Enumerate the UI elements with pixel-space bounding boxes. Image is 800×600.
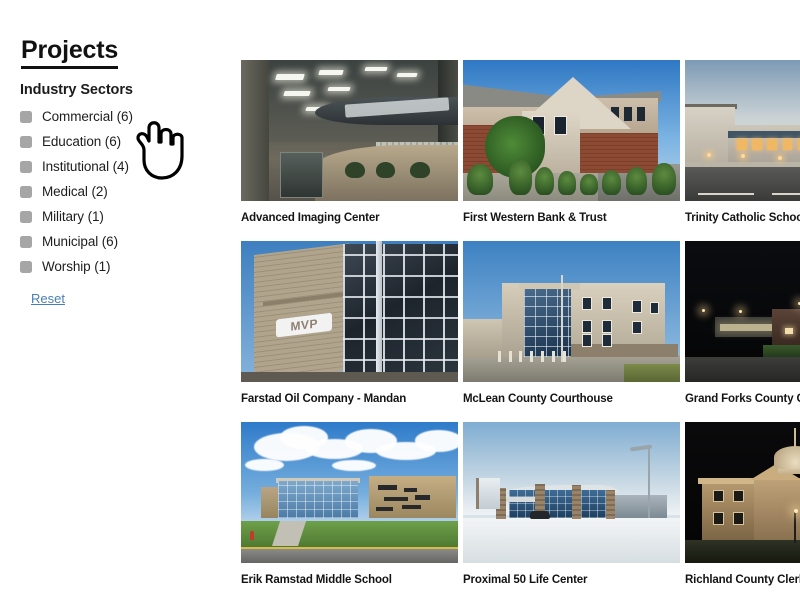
page-title: Projects	[21, 37, 118, 69]
facet-item-institutional[interactable]: Institutional (4)	[20, 154, 220, 179]
project-title: Trinity Catholic Schools	[685, 212, 800, 224]
correctional-night-image	[685, 241, 800, 382]
reset-filters-link[interactable]: Reset	[31, 291, 65, 306]
project-title: Grand Forks County Corre	[685, 393, 800, 405]
checkbox-icon[interactable]	[20, 185, 32, 198]
project-thumbnail[interactable]: MVP	[241, 241, 458, 382]
industry-sector-facet-list: Commercial (6) Education (6) Institution…	[20, 104, 220, 279]
project-row: Erik Ramstad Middle School Proximal 50 L…	[236, 422, 800, 600]
interior-lobby-image	[241, 60, 458, 201]
project-thumbnail[interactable]	[685, 60, 800, 201]
project-thumbnail[interactable]	[463, 60, 680, 201]
life-center-winter-image	[463, 422, 680, 563]
project-card-grand-forks-county-correctional[interactable]: Grand Forks County Corre	[685, 241, 800, 406]
project-card-proximal-50-life-center[interactable]: Proximal 50 Life Center	[463, 422, 680, 587]
project-thumbnail[interactable]	[241, 422, 458, 563]
project-card-erik-ramstad-middle-school[interactable]: Erik Ramstad Middle School	[241, 422, 458, 587]
project-card-first-western-bank-trust[interactable]: First Western Bank & Trust	[463, 60, 680, 225]
facet-label: Worship (1)	[42, 259, 111, 274]
project-row: MVP Farstad Oil Company - Mandan McLean …	[236, 241, 800, 422]
facet-label: Institutional (4)	[42, 159, 129, 174]
facet-label: Municipal (6)	[42, 234, 118, 249]
project-thumbnail[interactable]	[241, 60, 458, 201]
bank-exterior-image	[463, 60, 680, 201]
project-card-richland-county-clerk-recorder[interactable]: Richland County Clerk & R	[685, 422, 800, 587]
checkbox-icon[interactable]	[20, 135, 32, 148]
project-row: Advanced Imaging Center First Western Ba…	[236, 60, 800, 241]
facet-item-worship[interactable]: Worship (1)	[20, 254, 220, 279]
facet-item-medical[interactable]: Medical (2)	[20, 179, 220, 204]
project-thumbnail[interactable]	[685, 241, 800, 382]
office-brick-glass-image: MVP	[241, 241, 458, 382]
project-thumbnail[interactable]	[463, 422, 680, 563]
facet-label: Military (1)	[42, 209, 104, 224]
checkbox-icon[interactable]	[20, 210, 32, 223]
project-card-farstad-oil-company-mandan[interactable]: MVP Farstad Oil Company - Mandan	[241, 241, 458, 406]
project-title: First Western Bank & Trust	[463, 212, 607, 224]
project-title: Advanced Imaging Center	[241, 212, 380, 224]
project-card-trinity-catholic-schools[interactable]: Trinity Catholic Schools	[685, 60, 800, 225]
facet-item-commercial[interactable]: Commercial (6)	[20, 104, 220, 129]
historic-courthouse-night-image	[685, 422, 800, 563]
project-title: Proximal 50 Life Center	[463, 574, 588, 586]
middle-school-image	[241, 422, 458, 563]
project-title: Erik Ramstad Middle School	[241, 574, 392, 586]
project-card-mclean-county-courthouse[interactable]: McLean County Courthouse	[463, 241, 680, 406]
checkbox-icon[interactable]	[20, 110, 32, 123]
facet-item-education[interactable]: Education (6)	[20, 129, 220, 154]
checkbox-icon[interactable]	[20, 260, 32, 273]
project-title: Richland County Clerk & R	[685, 574, 800, 586]
project-card-advanced-imaging-center[interactable]: Advanced Imaging Center	[241, 60, 458, 225]
project-grid: Advanced Imaging Center First Western Ba…	[236, 60, 800, 600]
facet-item-military[interactable]: Military (1)	[20, 204, 220, 229]
project-title: Farstad Oil Company - Mandan	[241, 393, 407, 405]
project-title: McLean County Courthouse	[463, 393, 613, 405]
projects-page: Projects Industry Sectors Commercial (6)…	[0, 0, 800, 600]
checkbox-icon[interactable]	[20, 160, 32, 173]
sidebar-filters: Projects Industry Sectors Commercial (6)…	[0, 0, 236, 600]
facet-group-heading: Industry Sectors	[20, 82, 133, 99]
project-thumbnail[interactable]	[463, 241, 680, 382]
facet-label: Commercial (6)	[42, 109, 133, 124]
project-thumbnail[interactable]	[685, 422, 800, 563]
facet-label: Education (6)	[42, 134, 121, 149]
courthouse-exterior-image	[463, 241, 680, 382]
checkbox-icon[interactable]	[20, 235, 32, 248]
school-dusk-image	[685, 60, 800, 201]
facet-label: Medical (2)	[42, 184, 108, 199]
facet-item-municipal[interactable]: Municipal (6)	[20, 229, 220, 254]
